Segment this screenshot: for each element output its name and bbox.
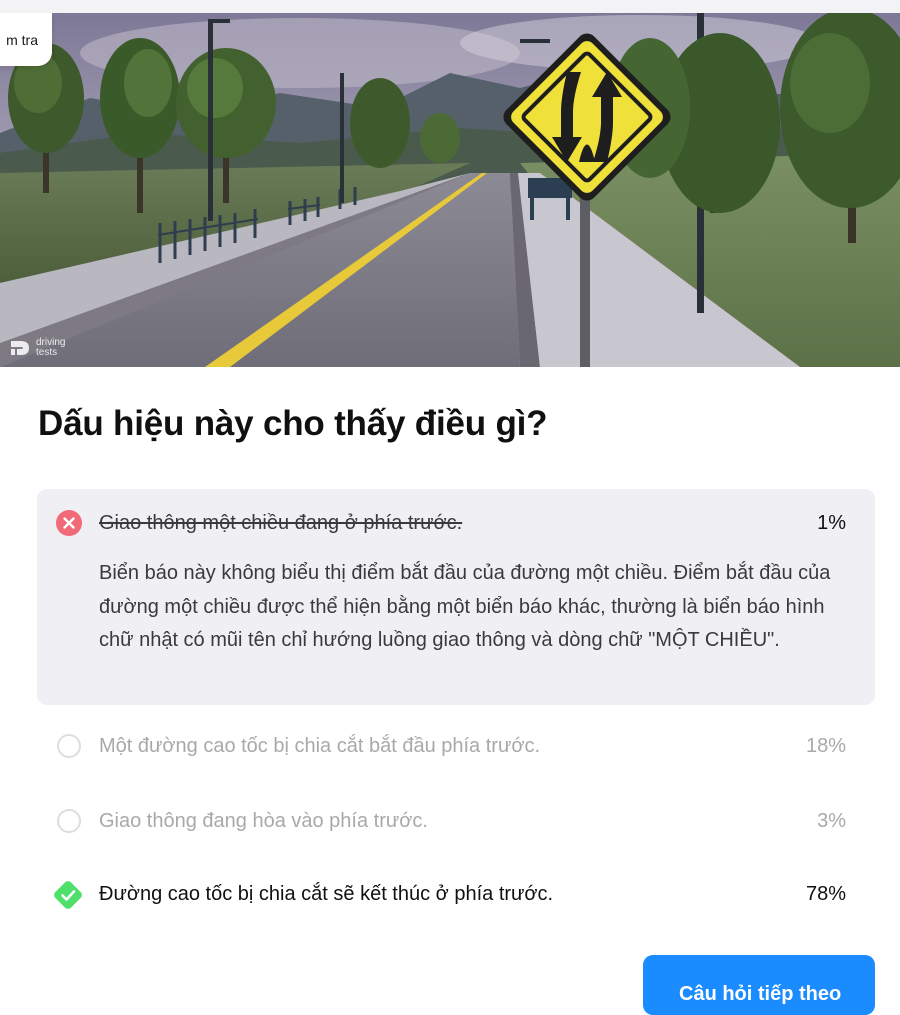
- answer-text: Đường cao tốc bị chia cắt sẽ kết thúc ở …: [99, 883, 554, 905]
- watermark-line-2: tests: [36, 347, 58, 358]
- question-image: m tra driving tests: [0, 13, 900, 367]
- answer-percent: 1%: [817, 512, 846, 534]
- answer-row: Đường cao tốc bị chia cắt sẽ kết thúc ở …: [37, 878, 875, 909]
- answer-text: Giao thông một chiều đang ở phía trước.: [99, 512, 463, 534]
- answer-percent: 18%: [805, 735, 846, 757]
- radio-icon: [55, 807, 83, 835]
- answer-row: Một đường cao tốc bị chia cắt bắt đầu ph…: [37, 730, 875, 760]
- radio-icon: [55, 732, 83, 760]
- next-question-button[interactable]: Câu hỏi tiếp theo: [643, 955, 875, 1015]
- header-chip-label: m tra: [6, 31, 38, 48]
- road-scene-illustration: [0, 13, 900, 367]
- question-title: Dấu hiệu này cho thấy điều gì?: [38, 404, 548, 443]
- answer-option-1[interactable]: Giao thông một chiều đang ở phía trước. …: [37, 489, 875, 705]
- answer-option-2[interactable]: Một đường cao tốc bị chia cắt bắt đầu ph…: [37, 730, 875, 764]
- answer-explanation: Biển báo này không biểu thị điểm bắt đầu…: [99, 562, 831, 651]
- answer-option-4[interactable]: Đường cao tốc bị chia cắt sẽ kết thúc ở …: [37, 878, 875, 914]
- driving-tests-logo-icon: [11, 341, 29, 355]
- answer-row: Giao thông đang hòa vào phía trước. 3%: [37, 805, 875, 835]
- answer-option-3[interactable]: Giao thông đang hòa vào phía trước. 3%: [37, 805, 875, 839]
- answer-text: Một đường cao tốc bị chia cắt bắt đầu ph…: [99, 735, 541, 757]
- top-strip: [0, 0, 900, 13]
- header-chip[interactable]: m tra: [0, 13, 52, 66]
- answer-percent: 3%: [817, 810, 846, 832]
- check-diamond-icon: [54, 881, 82, 909]
- answer-percent: 78%: [805, 883, 846, 905]
- x-circle-icon: [56, 510, 82, 536]
- answer-text: Giao thông đang hòa vào phía trước.: [99, 810, 428, 832]
- watermark-logo: driving tests: [8, 337, 76, 359]
- answer-row: Giao thông một chiều đang ở phía trước. …: [37, 507, 875, 537]
